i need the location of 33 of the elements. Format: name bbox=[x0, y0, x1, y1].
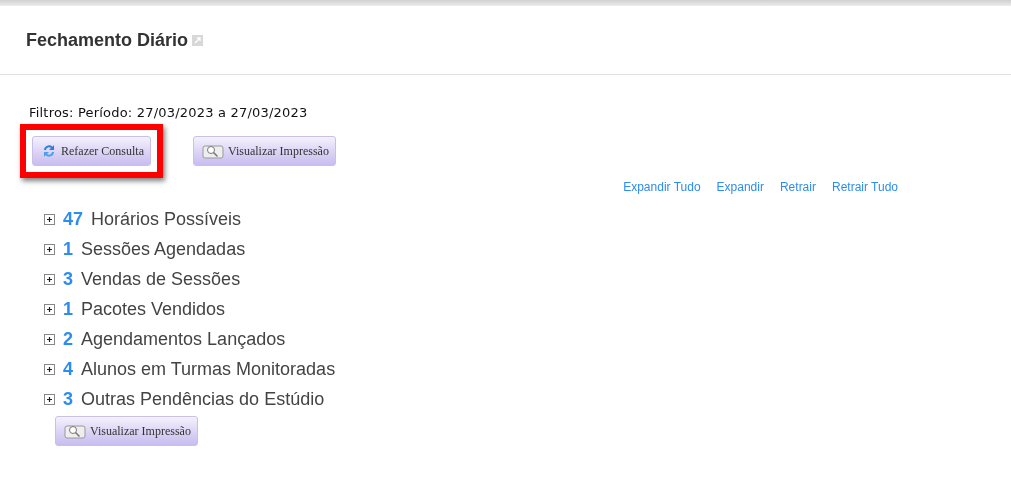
print-preview-button[interactable]: Visualizar Impressão bbox=[192, 136, 336, 166]
tree-link[interactable]: Retrair Tudo bbox=[831, 180, 898, 194]
expand-icon[interactable] bbox=[44, 303, 55, 315]
expand-icon[interactable] bbox=[44, 243, 55, 255]
tree-item-label[interactable]: Outras Pendências do Estúdio bbox=[81, 388, 325, 410]
tree-item-label[interactable]: Sessões Agendadas bbox=[81, 238, 246, 260]
print-preview-icon bbox=[64, 422, 86, 440]
expand-icon[interactable] bbox=[44, 333, 55, 345]
tree-link[interactable]: Retrair bbox=[779, 180, 816, 194]
expand-icon[interactable] bbox=[44, 363, 55, 375]
item-count: 3 bbox=[63, 268, 73, 290]
print-preview-icon bbox=[201, 142, 224, 160]
page-title: Fechamento Diário bbox=[26, 29, 189, 51]
refresh-button[interactable]: Refazer Consulta bbox=[32, 136, 151, 166]
tree-item-label[interactable]: Agendamentos Lançados bbox=[81, 328, 286, 350]
tree-item-label[interactable]: Alunos em Turmas Monitoradas bbox=[81, 358, 336, 380]
filters-text: Filtros: Período: 27/03/2023 a 27/03/2023 bbox=[29, 105, 309, 120]
tree-link[interactable]: Expandir Tudo bbox=[623, 180, 701, 194]
tree-link[interactable]: Expandir bbox=[716, 180, 764, 194]
item-count: 1 bbox=[63, 238, 73, 260]
item-count: 47 bbox=[63, 208, 84, 230]
tree-item-label[interactable]: Pacotes Vendidos bbox=[81, 298, 226, 320]
item-count: 1 bbox=[63, 298, 73, 320]
tree-item-label[interactable]: Horários Possíveis bbox=[91, 208, 242, 230]
item-count: 4 bbox=[63, 358, 73, 380]
tree-item-label[interactable]: Vendas de Sessões bbox=[81, 268, 241, 290]
expand-icon[interactable] bbox=[44, 213, 55, 225]
item-count: 2 bbox=[63, 328, 73, 350]
expand-icon[interactable] bbox=[44, 393, 55, 405]
refresh-icon bbox=[41, 143, 57, 159]
item-count: 3 bbox=[63, 388, 73, 410]
expand-icon[interactable] bbox=[44, 273, 55, 285]
print-preview-button[interactable]: Visualizar Impressão bbox=[55, 416, 198, 446]
